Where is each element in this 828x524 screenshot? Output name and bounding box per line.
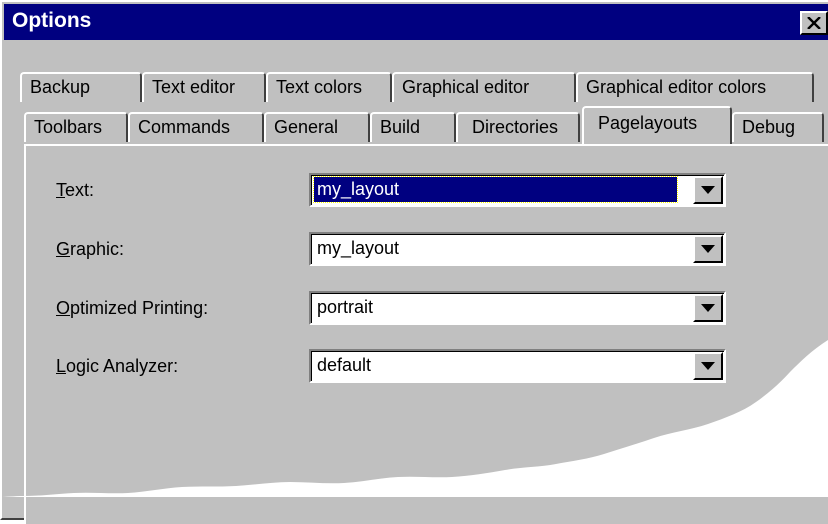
optimized-printing-label: Optimized Printing: <box>56 298 208 319</box>
tab-commands[interactable]: Commands <box>128 112 264 142</box>
tab-label: Debug <box>742 117 796 137</box>
dialog-title: Options <box>12 9 92 32</box>
optimized-printing-dropdown[interactable]: portrait <box>309 291 726 325</box>
tab-debug[interactable]: Debug <box>732 112 824 142</box>
logic-analyzer-dropdown[interactable]: default <box>309 349 726 383</box>
accel-key: O <box>56 298 71 318</box>
tab-label: Text editor <box>152 77 236 97</box>
label-text: raphic: <box>70 239 125 259</box>
tab-general[interactable]: General <box>264 112 370 142</box>
label-text: ptimized Printing: <box>70 298 209 318</box>
chevron-down-icon <box>701 245 715 253</box>
text-layout-value: my_layout <box>313 176 678 203</box>
accel-key: L <box>56 356 67 376</box>
tab-label: Build <box>380 117 421 137</box>
tab-label: Text colors <box>276 77 363 97</box>
text-label: Text: <box>56 180 94 201</box>
chevron-down-icon <box>701 362 715 370</box>
tab-label: Directories <box>472 117 559 137</box>
dropdown-button[interactable] <box>693 176 723 204</box>
tab-label: Toolbars <box>34 117 103 137</box>
title-bar[interactable]: Options <box>4 4 828 40</box>
dropdown-button[interactable] <box>693 294 723 322</box>
tab-label: Graphical editor <box>402 77 530 97</box>
tab-toolbars[interactable]: Toolbars <box>24 112 128 142</box>
tab-text-editor[interactable]: Text editor <box>142 72 266 102</box>
tab-pagelayouts[interactable]: Pagelayouts <box>582 106 732 144</box>
graphic-layout-dropdown[interactable]: my_layout <box>309 232 726 266</box>
optimized-printing-value: portrait <box>317 297 374 317</box>
tab-label: General <box>274 117 339 137</box>
tab-label: Commands <box>138 117 231 137</box>
tab-graphical-editor[interactable]: Graphical editor <box>392 72 576 102</box>
text-layout-dropdown[interactable]: my_layout <box>309 173 726 207</box>
chevron-down-icon <box>701 304 715 312</box>
tab-graphical-editor-colors[interactable]: Graphical editor colors <box>576 72 814 102</box>
accel-key: G <box>56 239 71 259</box>
label-text: ext: <box>65 180 95 200</box>
tab-directories[interactable]: Directories <box>456 112 580 142</box>
tab-label: Pagelayouts <box>598 113 698 133</box>
logic-analyzer-value: default <box>317 355 372 375</box>
dropdown-button[interactable] <box>693 352 723 380</box>
tab-label: Graphical editor colors <box>586 77 767 97</box>
close-button[interactable] <box>800 11 828 35</box>
close-icon <box>807 17 821 29</box>
dropdown-button[interactable] <box>693 235 723 263</box>
label-text: ogic Analyzer: <box>66 356 179 376</box>
tab-build[interactable]: Build <box>370 112 456 142</box>
options-dialog: Options Backup Text editor Text colors G… <box>0 0 828 524</box>
accel-key: T <box>56 180 65 200</box>
tab-backup[interactable]: Backup <box>20 72 142 102</box>
chevron-down-icon <box>701 186 715 194</box>
graphic-label: Graphic: <box>56 239 124 260</box>
tab-text-colors[interactable]: Text colors <box>266 72 392 102</box>
tab-label: Backup <box>30 77 91 97</box>
logic-analyzer-label: Logic Analyzer: <box>56 356 178 377</box>
graphic-layout-value: my_layout <box>317 238 400 258</box>
